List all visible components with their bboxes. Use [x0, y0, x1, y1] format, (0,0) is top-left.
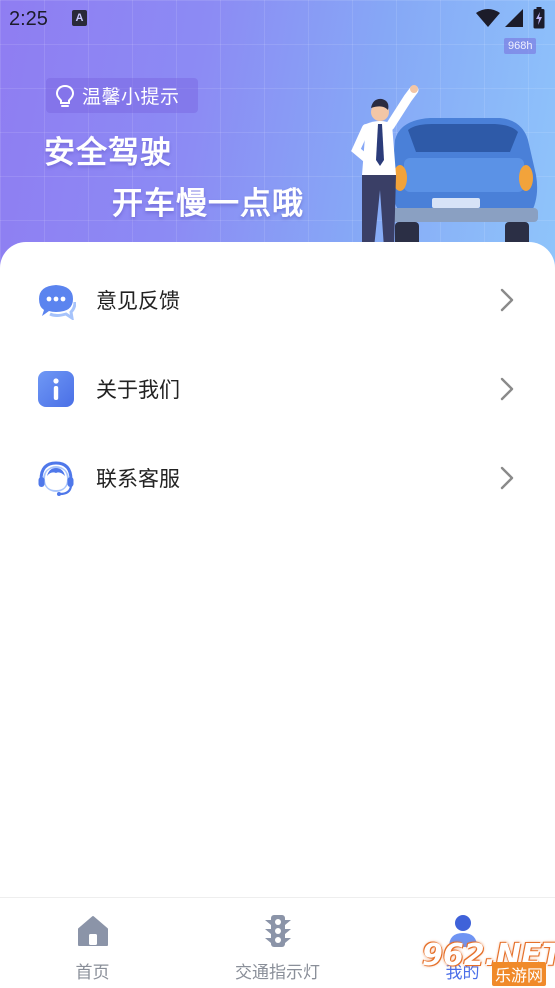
chevron-right-icon [500, 377, 514, 401]
chevron-right-icon [500, 288, 514, 312]
settings-card: 意见反馈 关于我们 联系客服 [0, 242, 555, 898]
nav-label: 交通指示灯 [235, 963, 320, 982]
slogan-line2: 开车慢一点哦 [112, 186, 304, 221]
nav-label: 首页 [75, 963, 110, 982]
nav-item-traffic-light[interactable]: 交通指示灯 [185, 898, 370, 988]
menu-item-label: 关于我们 [96, 379, 180, 402]
chat-bubble-icon [39, 285, 76, 320]
tip-label: 温馨小提示 [82, 87, 180, 108]
info-icon [38, 371, 74, 407]
lightbulb-icon [55, 84, 75, 107]
battery-icon [533, 7, 545, 29]
tip-chip: 温馨小提示 [46, 78, 198, 113]
traffic-light-icon [264, 915, 291, 947]
site-watermark: 962.NET 乐游网 [418, 938, 555, 986]
customer-service-icon [38, 461, 74, 496]
status-bar: 2:25 A 968h [0, 0, 555, 54]
signal-icon [505, 9, 523, 27]
menu-item-label: 意见反馈 [96, 290, 180, 313]
slogan-line1: 安全驾驶 [44, 135, 172, 170]
watermark-sub: 乐游网 [492, 962, 547, 986]
menu-item-label: 联系客服 [96, 468, 180, 491]
nav-item-home[interactable]: 首页 [0, 898, 185, 988]
wifi-icon [476, 9, 500, 27]
status-time: 2:25 [9, 8, 48, 30]
chevron-right-icon [500, 466, 514, 490]
home-icon [77, 916, 108, 946]
network-speed-badge: 968h [504, 38, 537, 54]
menu-item-feedback[interactable]: 意见反馈 [0, 260, 555, 340]
notification-icon: A [72, 10, 87, 26]
menu-item-about-us[interactable]: 关于我们 [0, 349, 555, 429]
driver-car-illustration [351, 85, 538, 248]
menu-item-customer-service[interactable]: 联系客服 [0, 438, 555, 518]
